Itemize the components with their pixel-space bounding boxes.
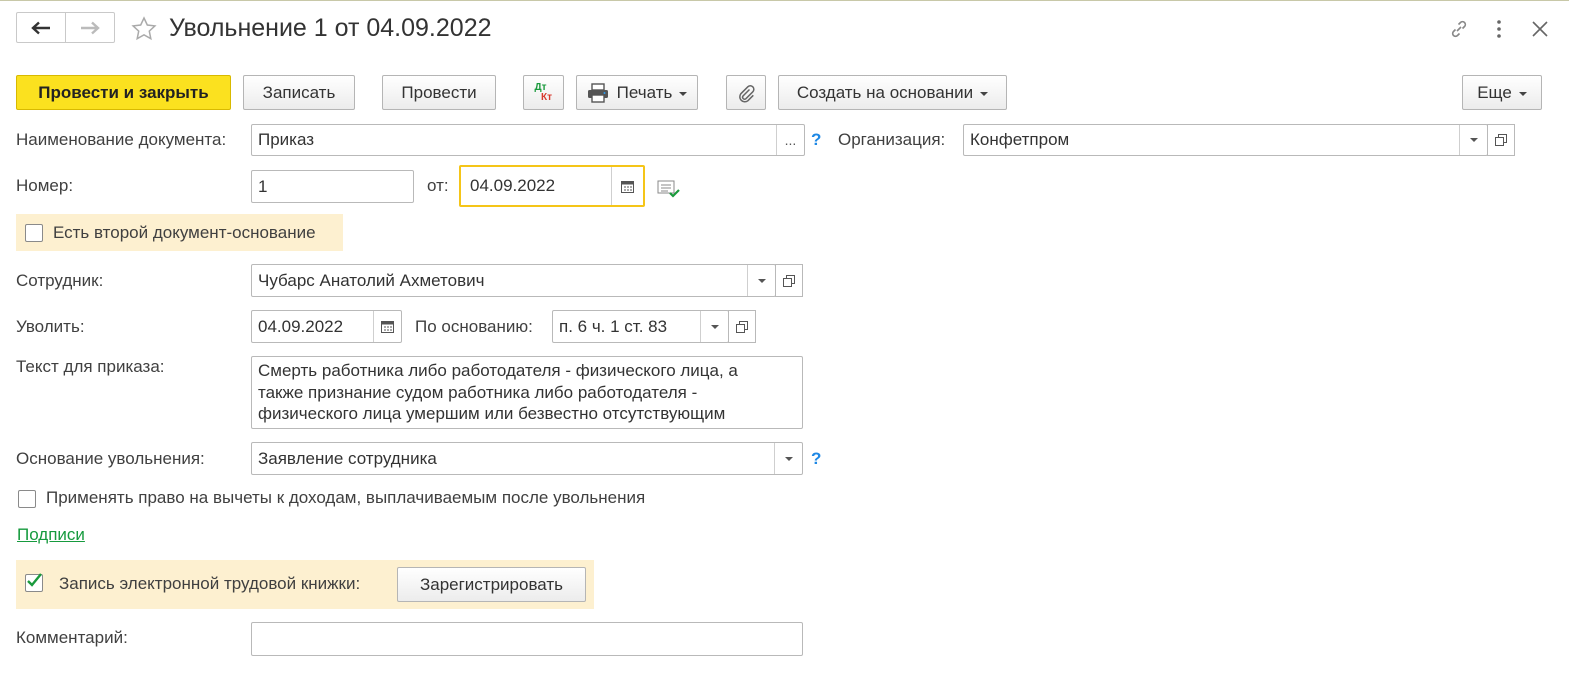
arrow-left-icon (31, 21, 50, 34)
dt-label: Дт (534, 81, 547, 93)
deductions-label[interactable]: Применять право на вычеты к доходам, вып… (46, 488, 645, 508)
post-and-close-button[interactable]: Провести и закрыть (16, 75, 231, 110)
basis-label: По основанию: (415, 317, 533, 336)
calendar-icon (621, 180, 634, 193)
post-button[interactable]: Провести (382, 75, 496, 110)
doc-name-value: Приказ (258, 130, 315, 149)
calendar-button[interactable] (373, 311, 401, 342)
organization-dropdown-button[interactable] (1459, 125, 1487, 155)
comment-field[interactable] (251, 622, 803, 656)
basis-open-button[interactable] (728, 310, 756, 343)
signatures-link[interactable]: Подписи (17, 525, 85, 545)
window-title: Увольнение 1 от 04.09.2022 (169, 14, 492, 42)
date-field[interactable]: 04.09.2022 (459, 165, 645, 207)
back-button[interactable] (16, 12, 66, 43)
reason-dropdown-button[interactable] (774, 443, 802, 474)
kt-label: Кт (540, 91, 552, 103)
save-button[interactable]: Записать (243, 75, 355, 110)
dismiss-date-field[interactable]: 04.09.2022 (251, 310, 402, 343)
order-text-field[interactable]: Смерть работника либо работодателя - физ… (251, 356, 803, 429)
dt-kt-button[interactable]: Дт Кт (523, 75, 564, 110)
dismiss-date-value: 04.09.2022 (258, 316, 344, 336)
etk-label: Запись электронной трудовой книжки: (59, 574, 361, 593)
create-based-on-button[interactable]: Создать на основании (778, 75, 1007, 110)
more-vertical-icon[interactable] (1491, 19, 1507, 44)
organization-open-button[interactable] (1487, 124, 1515, 156)
basis-field[interactable]: п. 6 ч. 1 ст. 83 (552, 310, 729, 343)
close-icon[interactable] (1531, 20, 1549, 43)
arrow-right-icon (81, 21, 100, 34)
etk-checkbox[interactable] (25, 573, 43, 592)
reason-field[interactable]: Заявление сотрудника (251, 442, 803, 475)
order-text-line: Смерть работника либо работодателя - физ… (258, 361, 738, 380)
number-value: 1 (258, 176, 268, 196)
order-text-line: физического лица умершим или безвестно о… (258, 404, 726, 423)
employee-field[interactable]: Чубарс Анатолий Ахметович (251, 264, 776, 297)
doc-name-field[interactable]: Приказ ... (251, 124, 805, 156)
printer-icon (587, 82, 608, 103)
chevron-down-icon (1469, 138, 1478, 142)
checkmark-icon (27, 573, 42, 587)
open-window-icon (783, 274, 795, 287)
print-label: Печать (616, 82, 673, 102)
open-window-icon (736, 320, 748, 333)
basis-dropdown-button[interactable] (700, 311, 728, 342)
number-label: Номер: (16, 176, 74, 195)
organization-label: Организация: (838, 130, 946, 149)
order-text-label: Текст для приказа: (16, 357, 165, 376)
choose-dots-button[interactable]: ... (776, 125, 804, 155)
chevron-down-icon (679, 92, 688, 96)
date-label: от: (427, 176, 449, 195)
comment-label: Комментарий: (16, 628, 128, 647)
calendar-button[interactable] (611, 167, 643, 205)
second-basis-checkbox[interactable] (25, 224, 43, 242)
employee-dropdown-button[interactable] (747, 265, 775, 296)
number-field[interactable]: 1 (251, 170, 414, 203)
reason-label: Основание увольнения: (16, 449, 205, 468)
chevron-down-icon (1518, 92, 1527, 96)
more-label: Еще (1477, 82, 1512, 102)
favorite-star-icon[interactable] (131, 16, 157, 47)
paperclip-icon (739, 84, 755, 103)
dismiss-label: Уволить: (16, 317, 85, 336)
reason-value: Заявление сотрудника (258, 448, 437, 468)
employee-open-button[interactable] (775, 264, 803, 297)
basis-value: п. 6 ч. 1 ст. 83 (559, 316, 668, 336)
more-button[interactable]: Еще (1462, 75, 1542, 110)
forward-button[interactable] (65, 12, 115, 43)
organization-field[interactable]: Конфетпром (963, 124, 1488, 156)
create-based-on-label: Создать на основании (796, 82, 974, 102)
second-basis-label[interactable]: Есть второй документ-основание (53, 223, 316, 243)
link-icon[interactable] (1449, 19, 1469, 44)
order-text-line: также признание судом работника либо раб… (258, 382, 698, 402)
chevron-down-icon (784, 456, 793, 461)
print-button[interactable]: Печать (576, 75, 698, 110)
reason-help-icon[interactable]: ? (811, 449, 821, 469)
register-button[interactable]: Зарегистрировать (397, 567, 586, 602)
chevron-down-icon (710, 324, 719, 329)
open-window-icon (1495, 134, 1507, 146)
employee-label: Сотрудник: (16, 271, 104, 290)
doc-name-help-icon[interactable]: ? (811, 130, 821, 150)
chevron-down-icon (757, 278, 766, 283)
calendar-icon (381, 321, 394, 333)
attach-button[interactable] (726, 75, 766, 110)
number-check-icon[interactable] (657, 178, 681, 203)
deductions-checkbox[interactable] (18, 490, 36, 508)
employee-value: Чубарс Анатолий Ахметович (258, 270, 485, 290)
chevron-down-icon (980, 92, 989, 96)
organization-value: Конфетпром (970, 130, 1070, 149)
doc-name-label: Наименование документа: (16, 130, 227, 149)
date-value: 04.09.2022 (470, 176, 556, 195)
window-top-border (0, 0, 1569, 1)
